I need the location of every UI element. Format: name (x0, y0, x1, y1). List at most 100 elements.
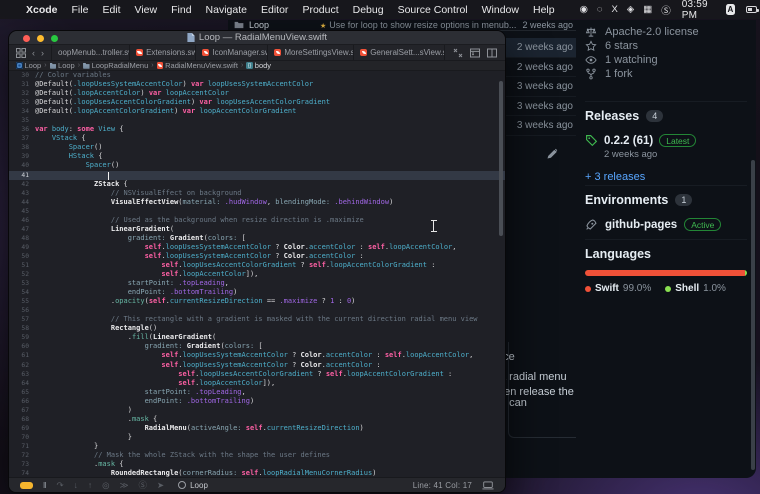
breakpoints-toggle[interactable] (20, 481, 33, 489)
breadcrumb-item[interactable]: RadialMenuView.swift (156, 61, 238, 70)
line-col-indicator[interactable]: Line: 41 Col: 17 (413, 481, 472, 490)
menu-item[interactable]: View (135, 4, 158, 16)
about-item[interactable]: 1 watching (585, 53, 747, 67)
language-legend-item[interactable]: Shell 1.0% (665, 283, 726, 294)
minimize-window-button[interactable] (37, 34, 44, 42)
menu-item[interactable]: Find (171, 4, 191, 16)
battery-icon[interactable] (745, 6, 759, 13)
code-token: loopUsesAccentColorGradient (199, 369, 314, 378)
debug-memory-icon[interactable]: ◎ (102, 480, 109, 491)
diamond-status-icon[interactable]: ◈ (627, 4, 634, 15)
editor-tab[interactable]: oopMenub...troller.swift (51, 45, 131, 60)
close-window-button[interactable] (23, 34, 30, 42)
breadcrumb-item[interactable]: Loop (16, 61, 41, 70)
editor-options-icon[interactable] (470, 48, 480, 58)
menu-item[interactable]: Source Control (398, 4, 468, 16)
code-text: // Color variables (35, 71, 505, 80)
editor-tab[interactable]: Extensions.swift (130, 45, 197, 60)
menu-item[interactable]: Xcode (26, 4, 58, 16)
edit-readme-pencil-icon[interactable] (546, 148, 558, 160)
code-line: 60 gradient: Gradient(colors: [ (9, 342, 505, 351)
grid-status-icon[interactable]: ▦ (643, 4, 652, 15)
editor-scrollbar[interactable] (499, 81, 503, 236)
code-token: loopAccentColor (199, 378, 263, 387)
editor-tab[interactable]: MoreSettingsView.swift (268, 45, 355, 60)
forward-button[interactable]: › (41, 48, 44, 58)
language-legend-item[interactable]: Swift 99.0% (585, 283, 651, 294)
s-badge-status-icon[interactable]: Ⓢ (661, 3, 671, 17)
add-editor-icon[interactable] (487, 48, 497, 58)
continue-icon[interactable]: ≫ (120, 480, 129, 491)
code-editor[interactable]: 30// Color variables 31 @Default(.loopUses… (9, 71, 505, 477)
about-item[interactable]: 6 stars (585, 39, 747, 53)
menu-item[interactable]: Product (302, 4, 338, 16)
pause-icon[interactable]: ‖ (43, 480, 47, 490)
row-date: 3 weeks ago (516, 81, 573, 92)
menu-item[interactable]: Editor (261, 4, 288, 16)
menu-clock-time[interactable]: 03:59 PM (682, 0, 716, 21)
title-bar[interactable]: Loop — RadialMenuView.swift (9, 31, 505, 45)
editor-tab[interactable]: IconManager.swift (196, 45, 269, 60)
line-number: 60 (21, 343, 29, 351)
line-number: 63 (21, 370, 29, 378)
about-item[interactable]: Apache-2.0 license (585, 25, 747, 39)
breadcrumb-item[interactable]: LoopRadialMenu (83, 61, 148, 70)
folder-icon (234, 21, 244, 29)
release-version[interactable]: 0.2.2 (61) (604, 135, 653, 147)
menu-item[interactable]: Navigate (206, 4, 247, 16)
step-out-icon[interactable]: ↑ (88, 480, 92, 490)
environment-name[interactable]: github-pages (605, 219, 677, 231)
dotted-circle-status-icon[interactable]: ◌ (597, 4, 603, 15)
input-source-badge[interactable]: A (726, 4, 735, 15)
about-item[interactable]: 1 fork (585, 67, 747, 81)
browser-scrollbar[interactable] (751, 160, 755, 470)
menu-item[interactable]: Help (533, 4, 555, 16)
code-token: self (35, 351, 179, 360)
code-token: == (262, 297, 280, 306)
code-token: mask (98, 460, 116, 469)
menu-item[interactable]: File (72, 4, 89, 16)
code-token: loopAccentColorGradient (195, 107, 297, 116)
record-status-icon[interactable]: ◉ (580, 4, 588, 15)
simulate-location-icon[interactable]: ➤ (157, 480, 164, 491)
zoom-window-button[interactable] (51, 34, 58, 42)
breadcrumb-item[interactable]: {} body (246, 61, 271, 70)
scheme-label: Loop (190, 480, 208, 490)
latest-release[interactable]: 0.2.2 (61) Latest (585, 134, 747, 147)
code-token: ? (287, 360, 301, 369)
back-button[interactable]: ‹ (32, 48, 35, 58)
code-token: ? (317, 297, 331, 306)
code-line: 63 self.loopUsesAccentColorGradient ? se… (9, 370, 505, 379)
environments-count-badge: 1 (675, 194, 693, 206)
environment-item[interactable]: github-pages Active (585, 218, 747, 231)
line-number: 48 (21, 234, 29, 242)
environments-heading[interactable]: Environments (585, 193, 668, 207)
step-into-icon[interactable]: ↓ (74, 480, 78, 490)
breadcrumb-item[interactable]: Loop (49, 61, 75, 70)
related-items-icon[interactable] (16, 47, 26, 58)
step-over-icon[interactable]: ↷ (57, 480, 64, 491)
menu-item[interactable]: Window (482, 4, 519, 16)
more-releases-link[interactable]: + 3 releases (585, 171, 645, 183)
code-line: 34 @Default(.loopAccentColorGradient) var… (9, 107, 505, 116)
code-text: self.loopAccentColor]), (35, 379, 505, 388)
minimize-editor-icon[interactable] (453, 48, 463, 58)
folder-icon (83, 63, 90, 69)
file-name[interactable]: Loop (249, 20, 269, 30)
menu-item[interactable]: Debug (353, 4, 384, 16)
code-token: Color (300, 351, 322, 360)
latest-badge: Latest (659, 134, 697, 147)
code-token: self (35, 242, 162, 251)
x-status-icon[interactable]: X (612, 4, 618, 15)
commit-date: 2 weeks ago (522, 20, 573, 30)
editor-tab[interactable]: GeneralSett...sView.swift (354, 45, 446, 60)
commit-message[interactable]: ★ Use for loop to show resize options in … (320, 20, 516, 30)
menu-item[interactable]: Edit (102, 4, 120, 16)
about-label: 6 stars (605, 40, 639, 52)
run-destination[interactable]: Loop (178, 481, 208, 490)
languages-heading[interactable]: Languages (585, 247, 651, 261)
releases-heading[interactable]: Releases (585, 109, 639, 123)
view-debugger-icon[interactable]: Ⓢ (138, 479, 147, 491)
code-token: mask (131, 414, 149, 423)
